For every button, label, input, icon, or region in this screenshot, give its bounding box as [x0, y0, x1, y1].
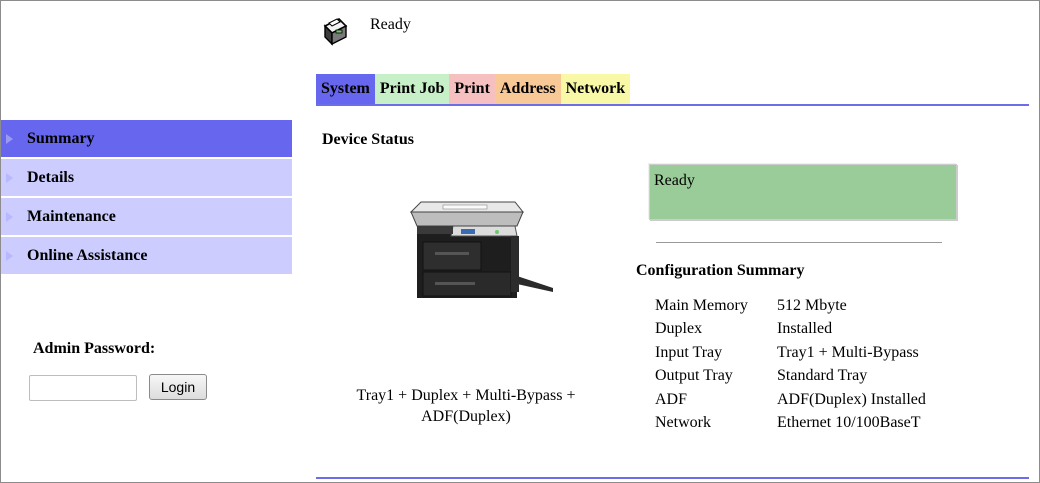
configuration-summary-title: Configuration Summary [636, 262, 805, 279]
sidebar-item-maintenance[interactable]: Maintenance [1, 198, 292, 235]
tab-print[interactable]: Print [449, 74, 495, 104]
sidebar-item-label: Summary [27, 129, 95, 147]
tab-address[interactable]: Address [494, 74, 561, 104]
config-value: Tray1 + Multi-Bypass [777, 343, 919, 361]
table-row: Network Ethernet 10/100BaseT [655, 412, 926, 436]
config-key: Duplex [655, 320, 703, 338]
tab-print-job[interactable]: Print Job [374, 74, 450, 104]
sidebar-item-label: Details [27, 168, 75, 186]
tab-system[interactable]: System [316, 74, 375, 104]
config-key: Main Memory [655, 296, 748, 314]
configuration-table: Main Memory 512 Mbyte Duplex Installed I… [655, 294, 926, 435]
table-row: ADF ADF(Duplex) Installed [655, 388, 926, 412]
config-value: Ethernet 10/100BaseT [777, 414, 921, 432]
printer-status-icon [320, 15, 348, 47]
admin-password-label: Admin Password: [33, 340, 156, 357]
separator [656, 242, 942, 243]
bottom-rule [316, 477, 1029, 479]
arrow-right-icon [6, 133, 13, 144]
status-box: Ready [649, 164, 957, 220]
config-key: Input Tray [655, 343, 723, 361]
top-tabs: System Print Job Print Address Network [316, 74, 631, 104]
status-text: Ready [370, 16, 411, 33]
arrow-right-icon [6, 211, 13, 222]
config-value: ADF(Duplex) Installed [777, 390, 926, 408]
config-value: Standard Tray [777, 367, 868, 385]
device-caption: Tray1 + Duplex + Multi-Bypass + ADF(Dupl… [356, 387, 576, 425]
sidebar-item-details[interactable]: Details [1, 159, 292, 196]
config-key: Network [655, 414, 711, 432]
printer-device-image [409, 201, 553, 298]
table-row: Output Tray Standard Tray [655, 365, 926, 389]
sidebar-item-label: Online Assistance [27, 246, 148, 264]
tab-network[interactable]: Network [560, 74, 631, 104]
section-title: Device Status [322, 131, 414, 148]
config-value: Installed [777, 320, 833, 338]
tab-underline [316, 104, 1029, 106]
config-key: Output Tray [655, 367, 733, 385]
table-row: Main Memory 512 Mbyte [655, 294, 926, 318]
sidebar-item-summary[interactable]: Summary [1, 120, 292, 157]
arrow-right-icon [6, 172, 13, 183]
table-row: Input Tray Tray1 + Multi-Bypass [655, 341, 926, 365]
admin-password-input[interactable] [29, 375, 137, 401]
config-value: 512 Mbyte [777, 296, 847, 314]
sidebar-menu: Summary Details Maintenance Online Assis… [1, 120, 292, 276]
login-button[interactable]: Login [149, 374, 207, 400]
sidebar-item-label: Maintenance [27, 207, 116, 225]
config-key: ADF [655, 390, 688, 408]
sidebar-item-online-assistance[interactable]: Online Assistance [1, 237, 292, 274]
arrow-right-icon [6, 250, 13, 261]
table-row: Duplex Installed [655, 318, 926, 342]
